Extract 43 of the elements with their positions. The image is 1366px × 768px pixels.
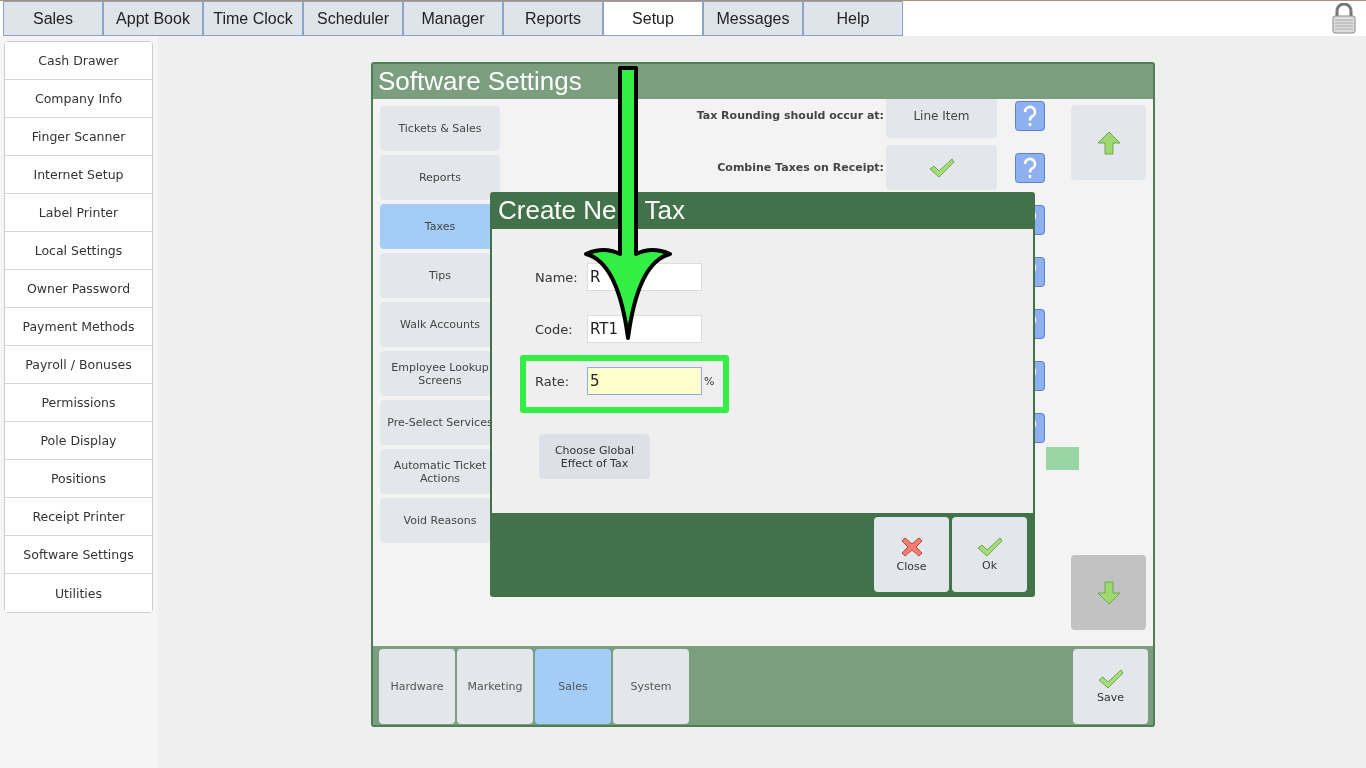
dialog-title: Create Ne [498, 195, 617, 226]
top-tab[interactable]: Scheduler [303, 1, 403, 36]
cross-icon [899, 536, 924, 558]
ok-button[interactable]: Ok [952, 517, 1027, 592]
toggle-button[interactable] [886, 145, 997, 190]
top-tab[interactable]: Help [803, 1, 903, 36]
lock-icon[interactable] [1332, 3, 1356, 34]
section-tab[interactable]: Tickets & Sales [380, 106, 500, 151]
top-tab[interactable]: Manager [403, 1, 503, 36]
effect-button[interactable]: Choose Global Effect of Tax [539, 434, 650, 479]
top-tab[interactable]: Reports [503, 1, 603, 36]
top-tab[interactable]: Time Clock [203, 1, 303, 36]
help-icon[interactable] [1015, 152, 1045, 183]
top-tab[interactable]: Messages [703, 1, 803, 36]
field-label: Rate: [535, 373, 571, 389]
dialog-title: Tax [644, 195, 685, 226]
field-label: Name: [535, 269, 579, 285]
input-field[interactable]: 5 [587, 367, 702, 395]
checkmark-icon [1097, 669, 1124, 689]
field-label: Code: [535, 321, 574, 337]
checkmark-icon [976, 537, 1003, 557]
sidebar-item[interactable]: Cash Drawer [5, 42, 152, 80]
up-arrow-icon [1096, 130, 1121, 155]
category-tab[interactable]: Sales [535, 649, 611, 724]
checkmark-icon [928, 157, 955, 178]
input-field[interactable]: RT1 [587, 315, 702, 343]
value-button[interactable]: Line Item [886, 99, 997, 138]
setting-label: Combine Taxes on Receipt: [717, 161, 884, 174]
down-arrow-icon [1096, 580, 1121, 605]
top-tab[interactable]: Sales [3, 1, 103, 36]
top-tab[interactable]: Setup [603, 1, 703, 36]
save-button[interactable]: Save [1073, 649, 1148, 724]
close-button[interactable]: Close [874, 517, 949, 592]
top-tab[interactable]: Appt Book [103, 1, 203, 36]
section-tab[interactable]: Reports [380, 155, 500, 200]
unit-label: % [704, 374, 715, 388]
category-tab[interactable]: Marketing [457, 649, 533, 724]
setting-label: Tax Rounding should occur at: [696, 109, 884, 122]
help-icon[interactable] [1015, 100, 1045, 131]
panel-title: Software Settings [378, 66, 582, 97]
category-tab[interactable]: Hardware [379, 649, 455, 724]
status-bar [1046, 447, 1079, 470]
category-tab[interactable]: System [613, 649, 689, 724]
